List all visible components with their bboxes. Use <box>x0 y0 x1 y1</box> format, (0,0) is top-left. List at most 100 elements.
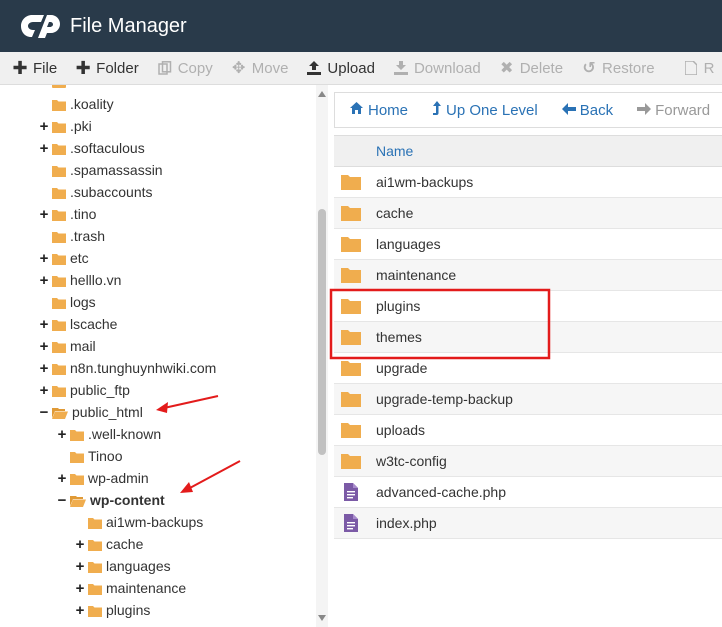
tree-item[interactable]: + n8n.tunghuynhwiki.com <box>38 357 217 379</box>
expand-plus-icon[interactable]: + <box>38 382 50 399</box>
tree-item[interactable]: + maintenance <box>74 577 187 599</box>
tree-item[interactable]: + public_ftp <box>38 379 130 401</box>
toolbar-upload-button[interactable]: Upload <box>306 60 375 77</box>
tree-item-partial: − <box>38 85 70 93</box>
file-row[interactable]: advanced-cache.php <box>334 477 722 508</box>
file-row[interactable]: uploads <box>334 415 722 446</box>
tree-item[interactable]: + .tino <box>38 203 97 225</box>
toolbar-download-button[interactable]: Download <box>393 60 481 77</box>
tree-item[interactable]: .spamassassin <box>38 159 163 181</box>
tree-scrollbar[interactable] <box>316 85 328 627</box>
tree-item-label: .trash <box>70 228 106 244</box>
file-row[interactable]: upgrade-temp-backup <box>334 384 722 415</box>
toolbar-file-button[interactable]: ✚ File <box>12 58 58 78</box>
tree-item[interactable]: .subaccounts <box>38 181 153 203</box>
collapse-minus-icon[interactable]: − <box>56 492 68 509</box>
expand-plus-icon[interactable]: + <box>38 360 50 377</box>
folder-icon <box>70 428 84 441</box>
home-icon <box>349 101 364 119</box>
toolbar-delete-button[interactable]: ✖ Delete <box>499 60 563 78</box>
expand-plus-icon[interactable]: + <box>74 580 86 597</box>
folder-icon <box>52 208 66 221</box>
folder-icon <box>70 450 84 463</box>
file-row[interactable]: languages <box>334 229 722 260</box>
tree-item[interactable]: .koality <box>38 93 114 115</box>
file-row[interactable]: cache <box>334 198 722 229</box>
file-row[interactable]: w3tc-config <box>334 446 722 477</box>
folder-icon <box>340 328 362 346</box>
tree-item-label: ai1wm-backups <box>106 514 204 530</box>
toolbar-folder-label: Folder <box>96 59 139 77</box>
scroll-up-arrow-icon[interactable] <box>318 91 326 97</box>
tree-item[interactable]: + .softaculous <box>38 137 145 159</box>
expand-plus-icon[interactable]: + <box>38 118 50 135</box>
download-icon <box>393 60 409 76</box>
up-one-level-button[interactable]: Up One Level <box>432 100 538 120</box>
folder-icon <box>52 318 66 331</box>
tree-item[interactable]: ai1wm-backups <box>74 511 203 533</box>
tree-item[interactable]: + .pki <box>38 115 92 137</box>
toolbar-copy-button[interactable]: Copy <box>157 60 213 77</box>
tree-item[interactable]: Tinoo <box>56 445 123 467</box>
folder-icon <box>70 472 84 485</box>
expand-plus-icon[interactable]: + <box>74 558 86 575</box>
expand-plus-icon[interactable]: + <box>74 536 86 553</box>
expand-plus-icon[interactable]: + <box>56 426 68 443</box>
tree-item[interactable]: + languages <box>74 555 171 577</box>
forward-button[interactable]: Forward <box>637 102 710 119</box>
tree-item[interactable]: + etc <box>38 247 89 269</box>
folder-open-icon <box>52 406 68 419</box>
expand-plus-icon[interactable]: + <box>38 316 50 333</box>
name-column-header[interactable]: Name <box>334 135 722 167</box>
expand-plus-icon[interactable]: + <box>38 338 50 355</box>
tree-item[interactable]: − public_html <box>38 401 143 423</box>
collapse-minus-icon[interactable]: − <box>38 404 50 421</box>
file-row[interactable]: ai1wm-backups <box>334 167 722 198</box>
folder-icon <box>52 98 66 111</box>
expand-plus-icon[interactable]: + <box>56 470 68 487</box>
tree-item-label: languages <box>106 558 171 574</box>
folder-icon <box>52 120 66 133</box>
toolbar-folder-button[interactable]: ✚ Folder <box>75 58 139 78</box>
tree-item[interactable]: .trash <box>38 225 105 247</box>
scroll-down-arrow-icon[interactable] <box>318 615 326 621</box>
tree-item-label: .tino <box>70 206 97 222</box>
app-header: File Manager <box>0 0 722 52</box>
folder-icon <box>340 173 362 191</box>
file-row[interactable]: upgrade <box>334 353 722 384</box>
toolbar-copy-label: Copy <box>177 59 213 77</box>
expand-spacer <box>38 98 50 110</box>
expand-plus-icon[interactable]: + <box>38 272 50 289</box>
tree-item[interactable]: + wp-admin <box>56 467 149 489</box>
tree-item[interactable]: + mail <box>38 335 96 357</box>
home-button[interactable]: Home <box>349 101 408 119</box>
tree-item[interactable]: + .well-known <box>56 423 162 445</box>
expand-plus-icon[interactable]: + <box>38 140 50 157</box>
tree-item[interactable]: + cache <box>74 533 144 555</box>
file-row[interactable]: maintenance <box>334 260 722 291</box>
toolbar-restore-button[interactable]: ↺ Restore <box>581 60 654 78</box>
folder-icon <box>340 452 362 470</box>
toolbar-file-label: File <box>33 59 58 77</box>
expand-plus-icon[interactable]: + <box>38 206 50 223</box>
back-button[interactable]: Back <box>561 102 613 119</box>
folder-icon <box>340 266 362 284</box>
tree-item[interactable]: + helllo.vn <box>38 269 122 291</box>
cpanel-logo[interactable] <box>18 10 64 42</box>
toolbar-r-button[interactable]: R <box>683 60 714 77</box>
tree-item[interactable]: + plugins <box>74 599 151 621</box>
scrollbar-thumb[interactable] <box>318 209 326 455</box>
file-row[interactable]: plugins <box>334 291 722 322</box>
file-row[interactable]: index.php <box>334 508 722 539</box>
expand-plus-icon[interactable]: + <box>74 602 86 619</box>
file-row[interactable]: themes <box>334 322 722 353</box>
tree-item[interactable]: − wp-content <box>56 489 165 511</box>
folder-icon <box>88 538 102 551</box>
tree-item[interactable]: logs <box>38 291 96 313</box>
upload-icon <box>306 60 322 76</box>
folder-icon <box>88 516 102 529</box>
toolbar-move-button[interactable]: ✥ Move <box>231 60 288 78</box>
tree-item[interactable]: + lscache <box>38 313 118 335</box>
file-icon <box>683 60 699 76</box>
expand-plus-icon[interactable]: + <box>38 250 50 267</box>
